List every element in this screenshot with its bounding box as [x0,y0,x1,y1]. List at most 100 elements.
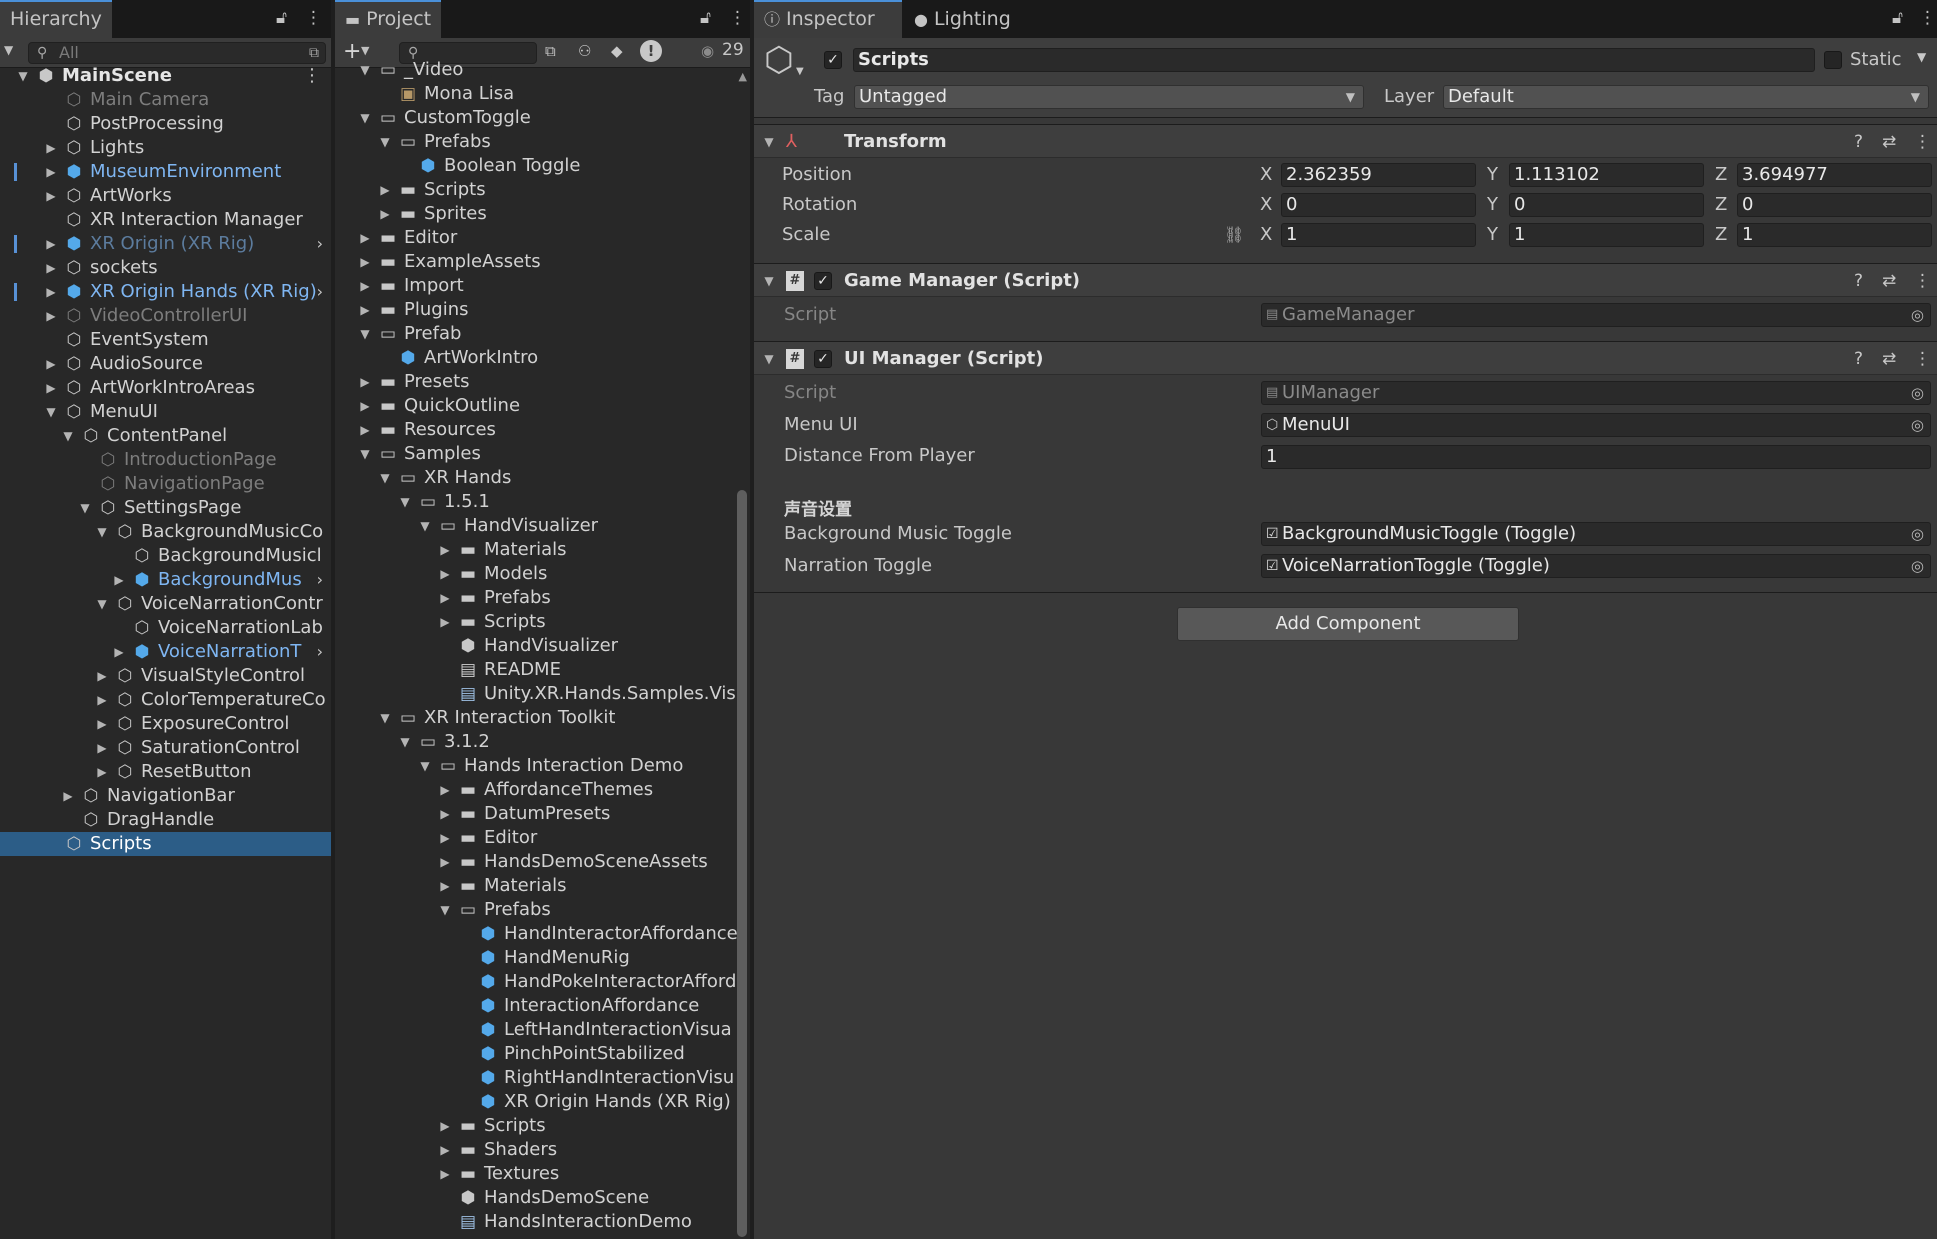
presets-icon[interactable]: ⇄ [1882,264,1896,298]
component-menu-icon[interactable]: ⋮ [1914,342,1931,376]
project-item[interactable]: ▤ HandsInteractionDemo [335,1210,750,1234]
hierarchy-item[interactable]: ⬡ Main Camera [0,88,331,112]
hierarchy-item[interactable]: ⬡ Scripts [0,832,331,856]
expand-arrow-right-icon[interactable]: ▶ [95,712,109,736]
project-item[interactable]: ▶ ▬ Scripts [335,178,750,202]
rotation-z-field[interactable]: 0 [1737,193,1932,217]
icon-dropdown-icon[interactable]: ▼ [796,66,804,77]
tab-lighting[interactable]: ● Lighting [904,0,1021,38]
active-checkbox[interactable]: ✓ [824,51,842,69]
project-item[interactable]: ⬢ HandsDemoScene [335,1186,750,1210]
open-prefab-chevron-icon[interactable]: › [317,280,323,304]
project-item[interactable]: ▶ ▬ Shaders [335,1138,750,1162]
open-prefab-chevron-icon[interactable]: › [317,232,323,256]
project-item[interactable]: ▼ ▭ 1.5.1 [335,490,750,514]
project-item[interactable]: ▼ ▭ _Video [335,58,750,82]
expand-arrow-down-icon[interactable]: ▼ [398,730,412,754]
expand-arrow-right-icon[interactable]: ▶ [438,1138,452,1162]
expand-arrow-right-icon[interactable]: ▶ [61,784,75,808]
project-item[interactable]: ▶ ▬ AffordanceThemes [335,778,750,802]
hierarchy-item[interactable]: ▶ ⬡ NavigationBar [0,784,331,808]
object-name-field[interactable]: Scripts [853,48,1815,72]
project-item[interactable]: ▼ ▭ XR Hands [335,466,750,490]
expand-arrow-down-icon[interactable]: ▼ [378,706,392,730]
hierarchy-item[interactable]: ⬡ NavigationPage [0,472,331,496]
expand-arrow-right-icon[interactable]: ▶ [95,688,109,712]
expand-arrow-down-icon[interactable]: ▼ [438,898,452,922]
static-checkbox[interactable] [1824,51,1842,69]
project-item[interactable]: ▶ ▬ QuickOutline [335,394,750,418]
expand-arrow-right-icon[interactable]: ▶ [438,826,452,850]
position-z-field[interactable]: 3.694977 [1737,163,1932,187]
narration-toggle-field[interactable]: ☑ VoiceNarrationToggle (Toggle) ◎ [1261,554,1931,578]
project-item[interactable]: ▣ Mona Lisa [335,82,750,106]
foldout-arrow-icon[interactable]: ▼ [762,342,776,376]
scene-menu-icon[interactable]: ⋮ [303,64,321,88]
project-item[interactable]: ▼ ▭ 3.1.2 [335,730,750,754]
project-item[interactable]: ▼ ▭ Hands Interaction Demo [335,754,750,778]
hierarchy-item[interactable]: ▶ ⬡ SaturationControl [0,736,331,760]
project-item[interactable]: ⬢ HandPokeInteractorAfford [335,970,750,994]
more-menu-icon[interactable]: ⋮ [1919,8,1936,28]
project-item[interactable]: ▼ ▭ HandVisualizer [335,514,750,538]
project-item[interactable]: ⬢ HandInteractorAffordance [335,922,750,946]
position-y-field[interactable]: 1.113102 [1509,163,1704,187]
search-options-icon[interactable]: ⧉ [309,43,319,63]
expand-arrow-down-icon[interactable]: ▼ [378,130,392,154]
expand-arrow-right-icon[interactable]: ▶ [438,586,452,610]
hierarchy-item[interactable]: ▶ ⬡ ExposureControl [0,712,331,736]
more-menu-icon[interactable]: ⋮ [305,8,322,28]
hierarchy-item[interactable]: ⬡ VoiceNarrationLab [0,616,331,640]
hierarchy-item[interactable]: ▼ ⬡ MenuUI [0,400,331,424]
hierarchy-item[interactable]: ▶ ⬢ XR Origin (XR Rig) › [0,232,331,256]
expand-arrow-right-icon[interactable]: ▶ [44,136,58,160]
chevron-down-icon[interactable]: ▼ [361,44,369,57]
project-scrollbar[interactable] [736,70,748,1239]
expand-arrow-right-icon[interactable]: ▶ [358,274,372,298]
project-item[interactable]: ⬢ PinchPointStabilized [335,1042,750,1066]
hierarchy-item[interactable]: ▶ ⬢ XR Origin Hands (XR Rig) › [0,280,331,304]
project-item[interactable]: ▶ ▬ DatumPresets [335,802,750,826]
expand-arrow-icon[interactable]: ▼ [16,64,30,88]
constrain-proportions-icon[interactable]: ⛓ [1224,223,1244,247]
scene-row[interactable]: ▼ ⬢ MainScene ⋮ [0,64,331,88]
expand-arrow-down-icon[interactable]: ▼ [44,400,58,424]
project-item[interactable]: ▶ ▬ Import [335,274,750,298]
hierarchy-item[interactable]: ⬡ EventSystem [0,328,331,352]
expand-arrow-right-icon[interactable]: ▶ [378,202,392,226]
game-manager-header[interactable]: ▼ # ✓ Game Manager (Script) ? ⇄ ⋮ [754,263,1937,297]
project-item[interactable]: ▼ ▭ Prefabs [335,898,750,922]
project-item[interactable]: ▼ ▭ CustomToggle [335,106,750,130]
hierarchy-search-input[interactable]: ⚲ All ⧉ [28,42,326,64]
tab-project[interactable]: ▬ Project [335,0,442,38]
component-menu-icon[interactable]: ⋮ [1914,125,1931,159]
expand-arrow-right-icon[interactable]: ▶ [112,640,126,664]
hierarchy-item[interactable]: ▶ ⬢ MuseumEnvironment [0,160,331,184]
presets-icon[interactable]: ⇄ [1882,342,1896,376]
foldout-arrow-icon[interactable]: ▼ [762,125,776,159]
lock-icon[interactable]: 🔓︎ [1892,8,1903,28]
project-item[interactable]: ⬢ RightHandInteractionVisu [335,1066,750,1090]
expand-arrow-right-icon[interactable]: ▶ [44,304,58,328]
expand-arrow-down-icon[interactable]: ▼ [378,466,392,490]
lock-icon[interactable]: 🔓︎ [700,8,711,28]
open-prefab-chevron-icon[interactable]: › [317,640,323,664]
project-item[interactable]: ▼ ▭ Prefab [335,322,750,346]
object-picker-icon[interactable]: ◎ [1911,523,1924,545]
hierarchy-item[interactable]: ▶ ⬡ VisualStyleControl [0,664,331,688]
ui-manager-enabled-checkbox[interactable]: ✓ [814,350,832,368]
expand-arrow-right-icon[interactable]: ▶ [44,232,58,256]
tab-inspector[interactable]: ⓘ Inspector [754,0,902,38]
hierarchy-item[interactable]: ⬡ PostProcessing [0,112,331,136]
expand-arrow-right-icon[interactable]: ▶ [44,376,58,400]
rotation-x-field[interactable]: 0 [1281,193,1476,217]
foldout-arrow-icon[interactable]: ▼ [762,264,776,298]
hierarchy-item[interactable]: ▶ ⬡ ArtWorkIntroAreas [0,376,331,400]
expand-arrow-right-icon[interactable]: ▶ [358,298,372,322]
bg-music-toggle-field[interactable]: ☑ BackgroundMusicToggle (Toggle) ◎ [1261,522,1931,546]
layer-dropdown[interactable]: Default ▼ [1443,85,1929,109]
hierarchy-item[interactable]: ▶ ⬡ ColorTemperatureCo [0,688,331,712]
hierarchy-item[interactable]: ▶ ⬡ Lights [0,136,331,160]
object-picker-icon[interactable]: ◎ [1911,382,1924,404]
hierarchy-item[interactable]: ⬡ BackgroundMusicl [0,544,331,568]
